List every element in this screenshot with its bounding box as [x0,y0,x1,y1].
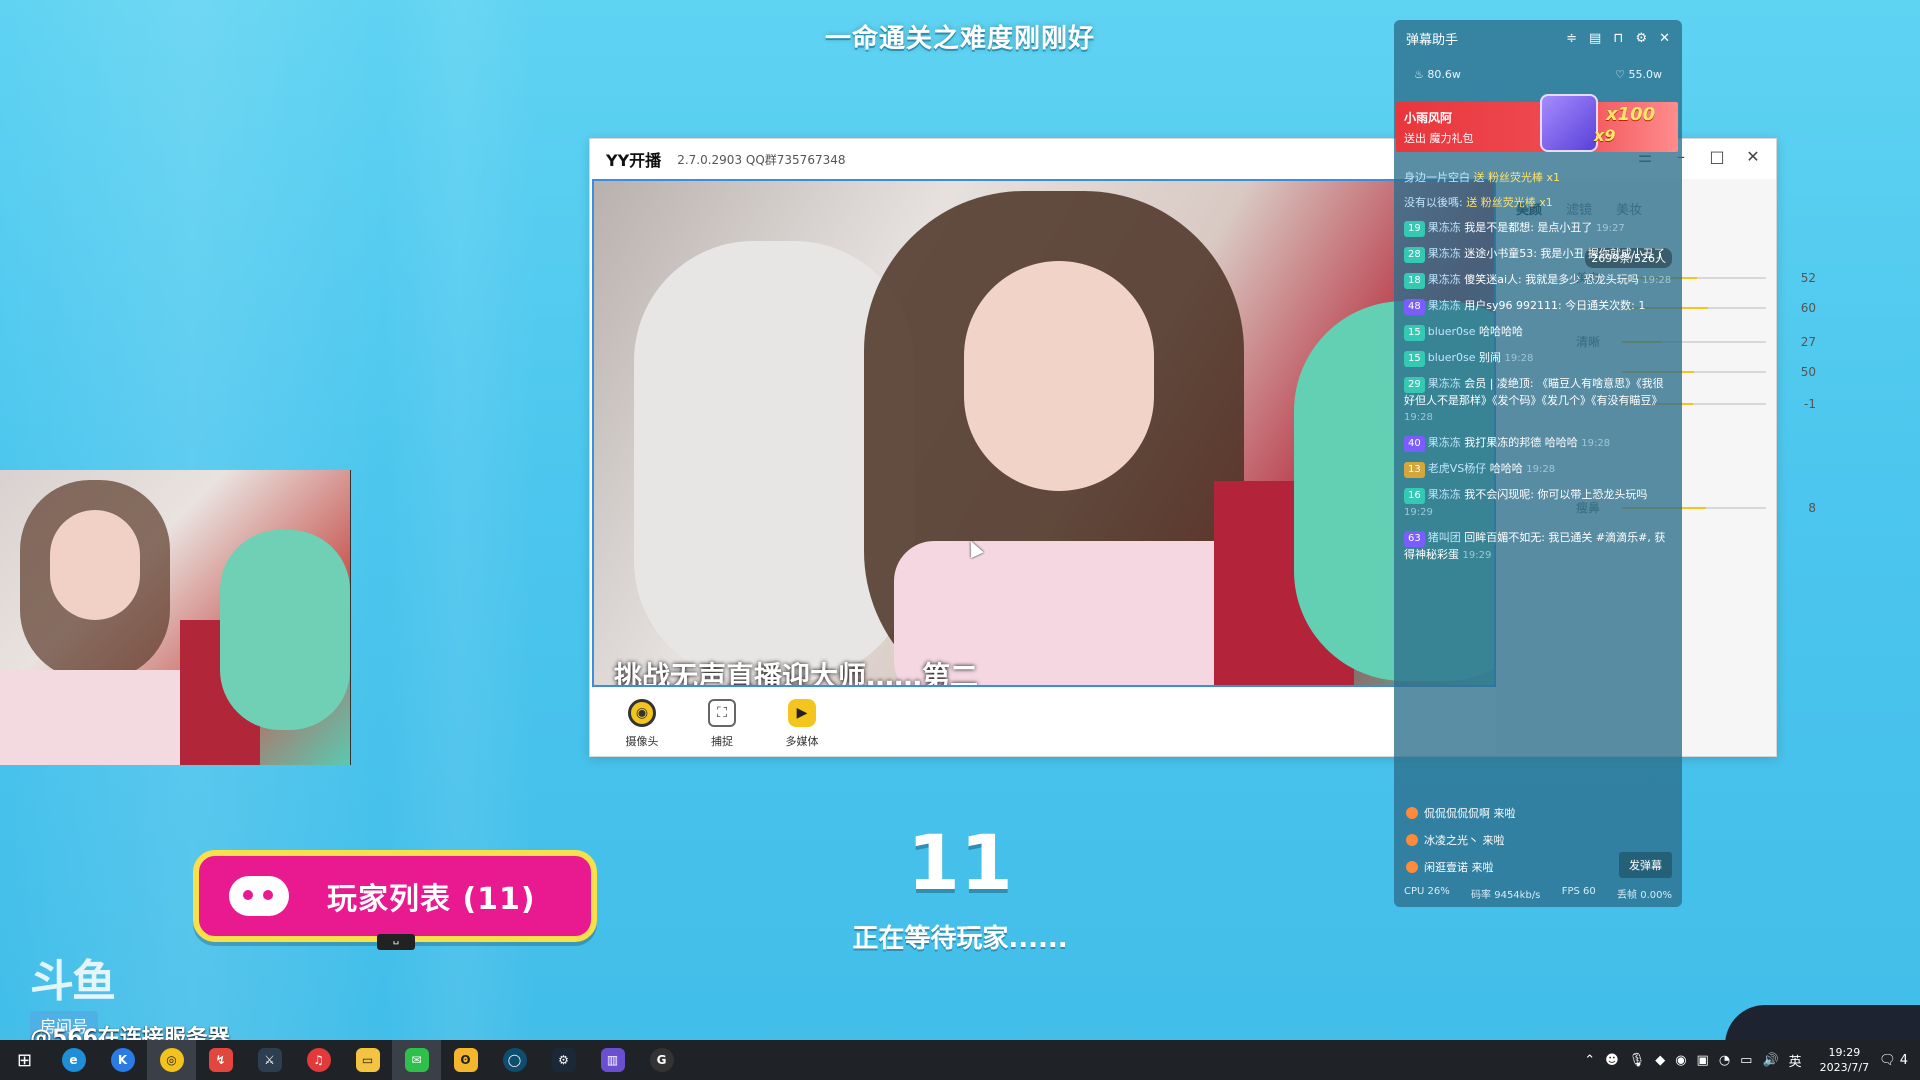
list-item: 15 bluer0se 哈哈哈哈 [1404,324,1674,341]
netease-music-icon[interactable]: ♫ [294,1040,343,1080]
wifi-icon[interactable]: ◔ [1719,1053,1730,1068]
yy-app-name: YY开播 [606,151,662,170]
lock-icon[interactable]: ⊓ [1613,31,1623,46]
list-item: 19 果冻冻 我是不是都想: 是点小丑了 19:27 [1404,220,1674,237]
maximize-button[interactable]: □ [1706,147,1728,166]
app-game-icon[interactable]: ⚔ [245,1040,294,1080]
app-chart-icon[interactable]: ▥ [588,1040,637,1080]
yy-version: 2.7.0.2903 QQ群735767348 [677,152,846,167]
preview-face [50,510,140,620]
danmu-assistant[interactable]: 弹幕助手 ≑ ▤ ⊓ ⚙ ✕ ♨ 80.6w ♡ 55.0w 小雨风阿 送出 魔… [1394,20,1682,907]
camera-tool-label: 摄像头 [625,735,659,748]
clock[interactable]: 19:29 2023/7/7 [1820,1045,1869,1075]
list-item: 63 猪叫团 回眸百媚不如无: 我已通关 #滴滴乐#, 获得神秘彩蛋 19:29 [1404,531,1666,561]
camera-preview [0,470,351,765]
gift-box-icon [1540,94,1598,152]
list-item: 身边一片空白 送 粉丝荧光棒 x1 [1404,171,1561,184]
obs-icon[interactable]: ◎ [147,1040,196,1080]
list-item: 18 果冻冻 傻笑迷ai人: 我就是多少 恐龙头玩吗 19:28 [1404,272,1674,289]
list-icon[interactable]: ▤ [1589,31,1601,46]
list-item: 40 果冻冻 我打果冻的邦德 哈哈哈 19:28 [1404,435,1674,452]
gift-user: 小雨风阿 [1404,110,1453,125]
gift-combo: x9 [1594,126,1616,145]
app-owl-icon[interactable]: ʘ [441,1040,490,1080]
list-item: 没有以後嗎: 送 粉丝荧光棒 x1 [1404,196,1553,209]
gift-item: 魔力礼包 [1429,131,1474,145]
heart-icon: ♡ [1615,67,1629,81]
flame-icon: ♨ [1414,67,1428,81]
media-tool[interactable]: ▶ 多媒体 [780,699,824,749]
taskbar: ⊞ e K ◎ ↯ ⚔ ♫ ▭ ✉ ʘ ◯ ⚙ ▥ G ⌃ ☻ 🎙 ◆ ◉ ▣ … [0,1040,1920,1080]
app-blue-circle-icon[interactable]: ◯ [490,1040,539,1080]
media-tool-label: 多媒体 [785,735,819,748]
media-icon: ▶ [788,699,816,727]
danmu-title: 弹幕助手 [1406,32,1459,48]
danmu-header: 弹幕助手 ≑ ▤ ⊓ ⚙ ✕ [1394,20,1682,56]
start-icon[interactable]: ⊞ [0,1040,49,1080]
player-count: 11 [907,818,1013,907]
wechat-icon[interactable]: ✉ [392,1040,441,1080]
chevron-up-icon[interactable]: ⌃ [1584,1053,1595,1068]
system-tray: ⌃ ☻ 🎙 ◆ ◉ ▣ ◔ ▭ 🔊 英 19:29 2023/7/7 🗨 4 [1584,1040,1920,1080]
camera-tool[interactable]: ◉ 摄像头 [620,699,664,749]
live-video[interactable]: 挑战无声直播迎大师……第二 [592,179,1496,687]
popularity-stat: ♨ 80.6w [1414,67,1461,81]
file-explorer-icon[interactable]: ▭ [343,1040,392,1080]
logitech-icon[interactable]: G [637,1040,686,1080]
list-item: 48 果冻冻 用户sy96 992111: 今日通关次数: 1 [1404,298,1674,315]
capture-tool-label: 捕捉 [711,735,733,748]
capture-icon: ⛶ [708,699,736,727]
tray-red-icon[interactable]: ◆ [1655,1053,1665,1068]
video-subtitle: 挑战无声直播迎大师……第二 [614,660,979,687]
camera-icon: ◉ [628,699,656,727]
kugou-icon[interactable]: K [98,1040,147,1080]
likes-stat: ♡ 55.0w [1615,67,1662,81]
notification-icon[interactable]: 🗨 4 [1879,1053,1908,1068]
tray-network-icon[interactable]: ▣ [1697,1053,1709,1068]
app-red-icon[interactable]: ↯ [196,1040,245,1080]
danmu-stats: ♨ 80.6w ♡ 55.0w [1394,56,1682,92]
monitor-icon[interactable]: ▭ [1740,1053,1752,1068]
close-icon[interactable]: ✕ [1659,31,1670,46]
source-toolbar: ◉ 摄像头 ⛶ 捕捉 ▶ 多媒体 [620,699,824,749]
video-face [964,261,1154,491]
ime-indicator[interactable]: 英 [1789,1051,1802,1070]
close-button[interactable]: ✕ [1742,147,1764,166]
preview-plush-toy [220,530,350,730]
clock-date: 2023/7/7 [1819,1061,1870,1074]
steam-icon[interactable]: ⚙ [539,1040,588,1080]
gift-action: 送出 [1404,131,1426,145]
volume-icon[interactable]: 🔊 [1762,1053,1778,1068]
gift-multiplier: x100 [1606,104,1656,125]
list-item: 15 bluer0se 别闹 19:28 [1404,350,1674,367]
tray-yellow-icon[interactable]: ◉ [1675,1053,1686,1068]
filter-icon[interactable]: ≑ [1566,31,1577,46]
list-item: 28 果冻冻 迷途小书童53: 我是小丑 握你就成小丑了 [1404,246,1674,263]
gift-banner: 小雨风阿 送出 魔力礼包 x100 x9 [1396,94,1678,152]
clock-time: 19:29 [1828,1046,1861,1059]
capture-tool[interactable]: ⛶ 捕捉 [700,699,744,749]
douyu-logo: 斗鱼 [30,956,116,1007]
danmu-message-list[interactable]: 身边一片空白 送 粉丝荧光棒 x1 没有以後嗎: 送 粉丝荧光棒 x1 19 果冻… [1404,170,1674,573]
list-item: 16 果冻冻 我不会闪现呢: 你可以带上恐龙头玩吗 19:29 [1404,488,1648,518]
list-item: 29 果冻冻 会员 | 凌绝顶: 《瞄豆人有啥意思》《我很好但人不是那样》《发个码… [1404,377,1664,423]
tray-app-icon[interactable]: ☻ [1605,1053,1619,1068]
edge-icon[interactable]: e [49,1040,98,1080]
list-item: 13 老虎VS杨仔 哈哈哈 19:28 [1404,461,1674,478]
microphone-icon[interactable]: 🎙 [1629,1053,1646,1068]
waiting-text: 正在等待玩家...... [852,924,1068,954]
settings-icon[interactable]: ⚙ [1635,31,1647,46]
